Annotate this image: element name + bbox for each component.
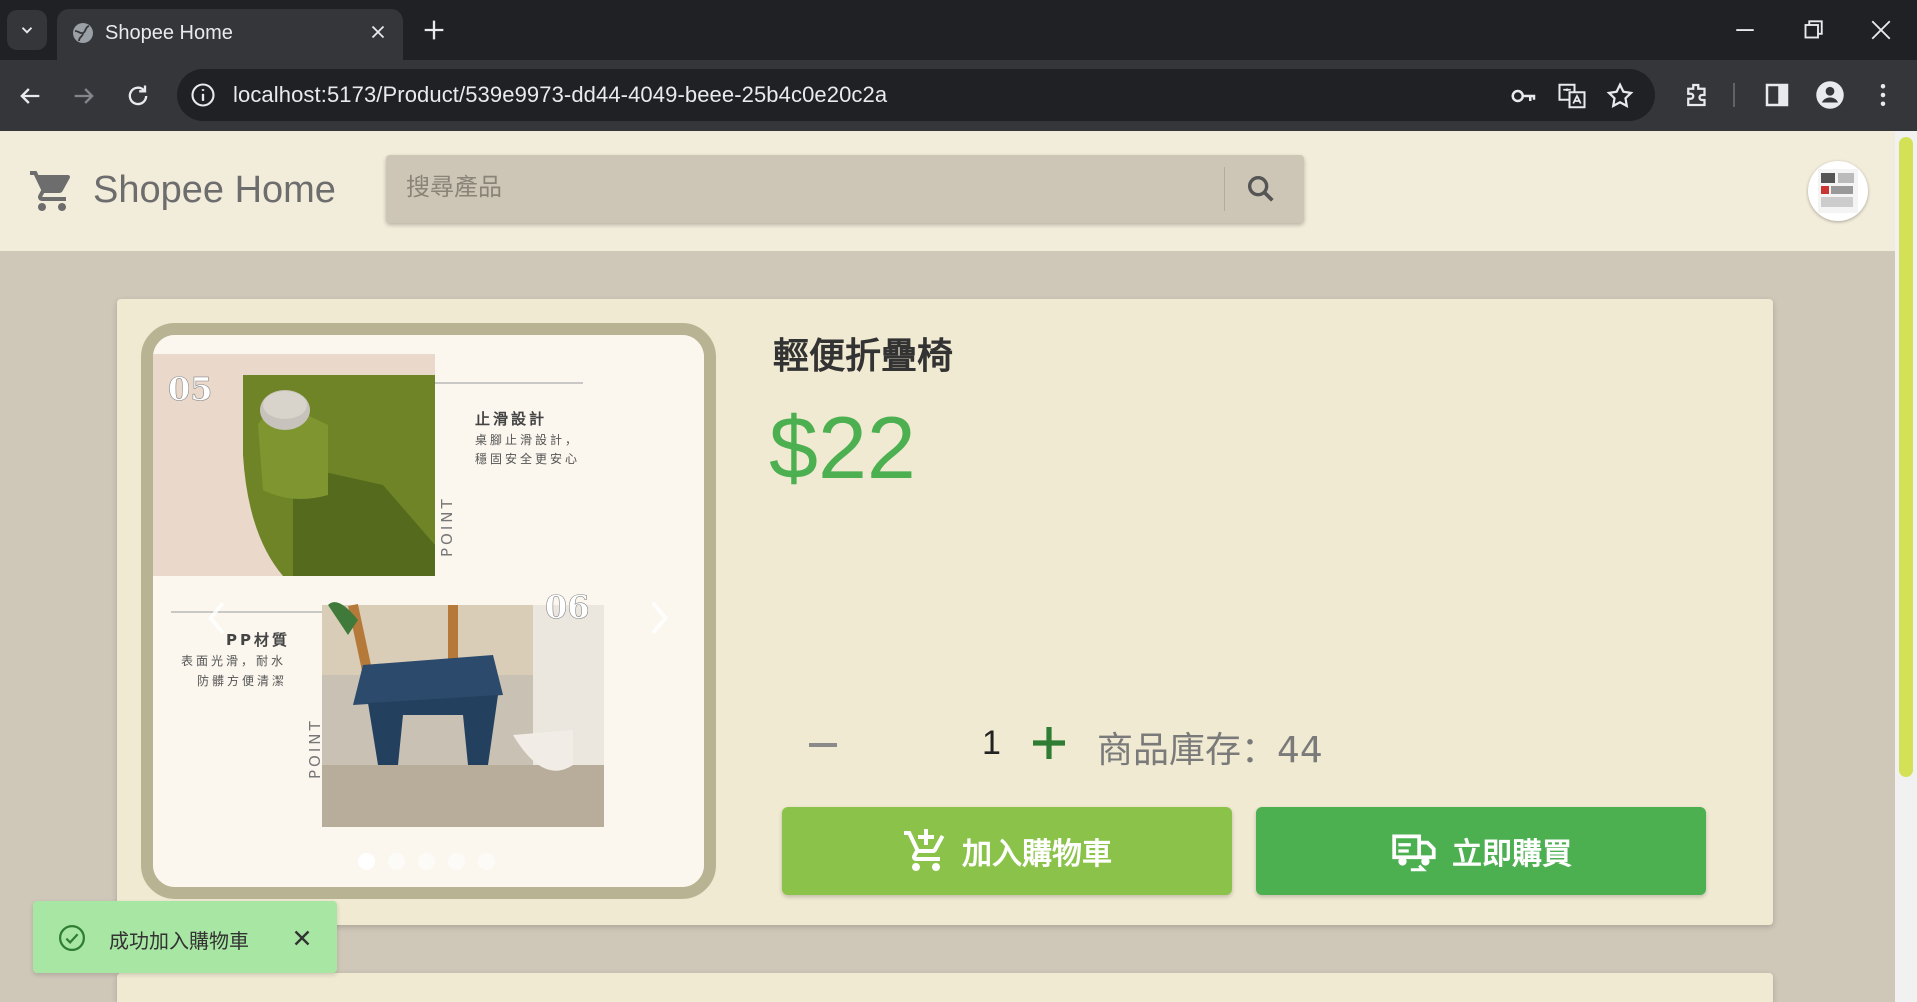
buy-now-label: 立即購買 bbox=[1452, 837, 1572, 872]
search-button[interactable] bbox=[1236, 165, 1286, 213]
key-icon[interactable] bbox=[1509, 81, 1539, 111]
check-circle-icon bbox=[59, 925, 85, 951]
carousel-dot[interactable] bbox=[478, 853, 495, 870]
back-arrow-icon[interactable] bbox=[16, 82, 44, 110]
search-icon bbox=[1247, 175, 1274, 202]
plus-icon[interactable] bbox=[1025, 719, 1073, 767]
minimize-icon[interactable] bbox=[1730, 15, 1760, 45]
scrollbar-thumb[interactable] bbox=[1899, 137, 1913, 777]
image-point-label-bottom: POINT bbox=[306, 718, 324, 779]
carousel-dot[interactable] bbox=[448, 853, 465, 870]
browser-toolbar: localhost:5173/Product/539e9973-dd44-404… bbox=[0, 60, 1917, 131]
restore-icon[interactable] bbox=[1798, 15, 1828, 45]
app-header: Shopee Home bbox=[0, 131, 1895, 251]
image-feature1-line2: 穩固安全更安心 bbox=[475, 451, 580, 466]
url-text: localhost:5173/Product/539e9973-dd44-404… bbox=[233, 82, 888, 107]
tab-search-button[interactable] bbox=[7, 10, 47, 50]
translate-icon[interactable] bbox=[1557, 81, 1587, 111]
profile-icon[interactable] bbox=[1815, 80, 1845, 110]
forward-arrow-icon[interactable] bbox=[70, 82, 98, 110]
site-info-icon[interactable] bbox=[189, 81, 217, 109]
product-image-carousel[interactable]: 05 06 止滑設計 桌腳止滑設計， 穩固安全更安心 PP材質 表面光滑，耐水 … bbox=[141, 323, 716, 899]
add-to-cart-label: 加入購物車 bbox=[962, 837, 1112, 872]
delivery-truck-icon bbox=[1392, 834, 1436, 872]
carousel-indicators bbox=[358, 853, 495, 870]
image-feature1-line1: 桌腳止滑設計， bbox=[475, 432, 580, 447]
search-bar bbox=[386, 155, 1304, 223]
side-panel-icon[interactable] bbox=[1762, 80, 1792, 110]
page-viewport: Shopee Home 搜尋產品 05 06 止滑設計 桌腳止滑設計， 穩固安全… bbox=[0, 131, 1895, 1002]
success-toast: 成功加入購物車 bbox=[33, 901, 337, 973]
extensions-icon[interactable] bbox=[1682, 80, 1712, 110]
browser-tab[interactable]: Shopee Home bbox=[57, 9, 403, 60]
browser-tab-bar: Shopee Home bbox=[0, 0, 1917, 60]
more-vert-icon[interactable] bbox=[1868, 80, 1898, 110]
product-name: 輕便折疊椅 bbox=[773, 336, 954, 377]
search-divider bbox=[1224, 167, 1225, 211]
brand-title[interactable]: Shopee Home bbox=[93, 169, 336, 212]
globe-icon bbox=[73, 23, 93, 43]
avatar-image bbox=[1818, 169, 1858, 213]
image-feature2-line1: 表面光滑，耐水 bbox=[181, 654, 286, 668]
new-tab-icon[interactable] bbox=[420, 16, 448, 44]
minus-icon[interactable] bbox=[799, 721, 847, 769]
carousel-dot[interactable] bbox=[418, 853, 435, 870]
buy-now-button[interactable]: 立即購買 bbox=[1256, 807, 1706, 895]
toast-close-icon[interactable] bbox=[289, 925, 315, 951]
chevron-down-icon bbox=[21, 27, 33, 34]
reload-icon[interactable] bbox=[124, 82, 152, 110]
user-avatar[interactable] bbox=[1808, 161, 1868, 221]
close-icon[interactable] bbox=[367, 21, 389, 43]
address-bar[interactable]: localhost:5173/Product/539e9973-dd44-404… bbox=[177, 69, 1655, 121]
shopping-cart-icon[interactable] bbox=[28, 167, 76, 215]
carousel-next-icon[interactable] bbox=[643, 598, 673, 638]
secondary-card bbox=[117, 973, 1773, 1002]
carousel-prev-icon[interactable] bbox=[203, 598, 233, 638]
stock-label: 商品庫存：44 bbox=[1097, 730, 1323, 771]
image-feature1-title: 止滑設計 bbox=[475, 410, 547, 428]
product-image: 05 06 止滑設計 桌腳止滑設計， 穩固安全更安心 PP材質 表面光滑，耐水 … bbox=[153, 335, 704, 887]
toolbar-divider bbox=[1733, 83, 1735, 107]
image-feature2-title: PP材質 bbox=[226, 631, 290, 649]
product-card: 05 06 止滑設計 桌腳止滑設計， 穩固安全更安心 PP材質 表面光滑，耐水 … bbox=[117, 299, 1773, 925]
image-point-label-top: POINT bbox=[438, 496, 456, 557]
tab-title: Shopee Home bbox=[105, 22, 233, 44]
quantity-value: 1 bbox=[982, 724, 1001, 762]
add-to-cart-button[interactable]: 加入購物車 bbox=[782, 807, 1232, 895]
search-input[interactable] bbox=[406, 173, 1226, 201]
add-shopping-cart-icon bbox=[904, 829, 945, 871]
window-close-icon[interactable] bbox=[1866, 15, 1896, 45]
star-icon[interactable] bbox=[1605, 81, 1635, 111]
image-feature2-line2: 防髒方便清潔 bbox=[197, 673, 287, 688]
carousel-dot[interactable] bbox=[388, 853, 405, 870]
image-num-bottom: 06 bbox=[545, 588, 590, 626]
toast-message: 成功加入購物車 bbox=[109, 929, 249, 953]
carousel-dot[interactable] bbox=[358, 853, 375, 870]
image-num-top: 05 bbox=[168, 370, 213, 408]
product-price: $22 bbox=[769, 398, 916, 497]
